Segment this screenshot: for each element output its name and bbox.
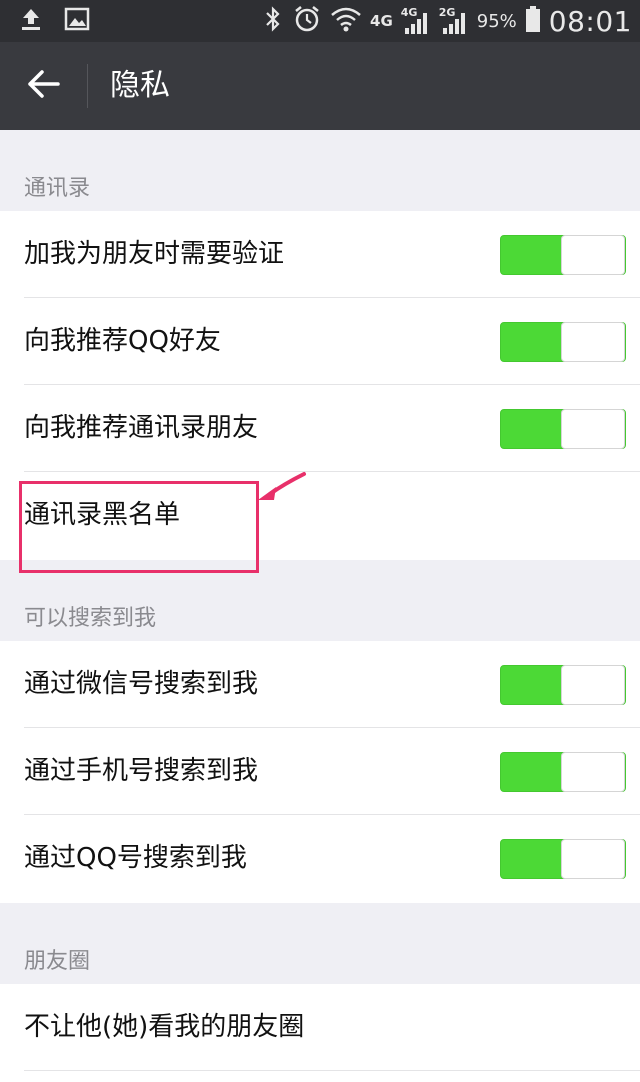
annotation-arrow-icon xyxy=(258,472,306,500)
row-label: 不让他(她)看我的朋友圈 xyxy=(24,1012,305,1042)
wifi-icon xyxy=(330,5,362,37)
toggle-knob xyxy=(561,839,625,879)
recommend-contacts-toggle[interactable] xyxy=(500,409,626,449)
highlight-box xyxy=(19,481,259,573)
search-by-phone-row[interactable]: 通过手机号搜索到我 xyxy=(0,728,640,815)
search-by-phone-toggle[interactable] xyxy=(500,752,626,792)
page-title: 隐私 xyxy=(110,68,170,103)
toggle-knob xyxy=(561,409,625,449)
row-label: 加我为朋友时需要验证 xyxy=(24,239,285,269)
row-label: 通过手机号搜索到我 xyxy=(24,756,259,786)
row-label: 通过QQ号搜索到我 xyxy=(24,843,247,873)
image-icon xyxy=(64,7,90,35)
section-header-moments: 朋友圈 xyxy=(0,903,640,984)
require-verification-row[interactable]: 加我为朋友时需要验证 xyxy=(0,211,640,298)
status-bar: 4G 4G 2G 95% 08:01 xyxy=(0,0,640,42)
search-by-qq-row[interactable]: 通过QQ号搜索到我 xyxy=(0,815,640,902)
toggle-knob xyxy=(561,752,625,792)
title-divider xyxy=(87,64,88,108)
section-title-moments: 朋友圈 xyxy=(24,949,91,974)
row-divider xyxy=(24,1070,640,1071)
moments-group: 不让他(她)看我的朋友圈 xyxy=(0,984,640,1082)
battery-icon xyxy=(525,5,541,37)
title-bar: 隐私 xyxy=(0,42,640,130)
require-verification-toggle[interactable] xyxy=(500,235,626,275)
toggle-knob xyxy=(561,665,625,705)
clock: 08:01 xyxy=(548,4,632,38)
search-by-wechat-id-row[interactable]: 通过微信号搜索到我 xyxy=(0,641,640,728)
toggle-knob xyxy=(561,235,625,275)
signal-icon: 2G xyxy=(439,6,469,36)
back-arrow-icon xyxy=(26,69,60,103)
toggle-knob xyxy=(561,322,625,362)
search-by-wechat-id-toggle[interactable] xyxy=(500,665,626,705)
alarm-icon xyxy=(292,4,322,38)
bluetooth-icon xyxy=(262,5,284,37)
section-title-contacts: 通讯录 xyxy=(24,176,91,201)
network-type: 4G xyxy=(370,12,393,30)
row-label: 通过微信号搜索到我 xyxy=(24,669,259,699)
row-label: 向我推荐通讯录朋友 xyxy=(24,413,259,443)
row-label: 向我推荐QQ好友 xyxy=(24,326,221,356)
back-button[interactable] xyxy=(18,62,68,110)
section-header-contacts: 通讯录 xyxy=(0,130,640,211)
section-title-search: 可以搜索到我 xyxy=(24,606,157,631)
hide-moments-row[interactable]: 不让他(她)看我的朋友圈 xyxy=(0,984,640,1071)
signal-icon: 4G xyxy=(401,6,431,36)
battery-percent: 95% xyxy=(476,10,517,32)
recommend-contacts-row[interactable]: 向我推荐通讯录朋友 xyxy=(0,385,640,472)
search-by-qq-toggle[interactable] xyxy=(500,839,626,879)
recommend-qq-friends-row[interactable]: 向我推荐QQ好友 xyxy=(0,298,640,385)
upload-icon xyxy=(20,7,42,35)
search-group: 通过微信号搜索到我 通过手机号搜索到我 通过QQ号搜索到我 xyxy=(0,641,640,903)
recommend-qq-friends-toggle[interactable] xyxy=(500,322,626,362)
